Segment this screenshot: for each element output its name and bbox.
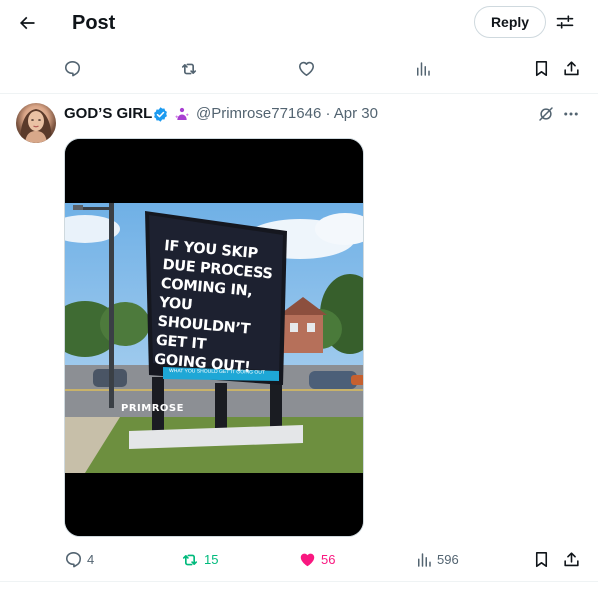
like-count: 56 <box>321 551 336 567</box>
grok-button[interactable] <box>536 104 556 124</box>
avatar[interactable] <box>16 103 56 143</box>
share-action[interactable] <box>562 550 581 569</box>
reply-button[interactable]: Reply <box>474 6 546 38</box>
avatar-portrait <box>20 109 52 143</box>
more-icon <box>564 112 578 116</box>
reply-icon <box>65 551 82 568</box>
views-action[interactable]: 596 <box>415 551 459 569</box>
more-options-button[interactable] <box>561 104 581 124</box>
retweet-icon <box>182 554 198 566</box>
affiliate-badge-icon[interactable] <box>174 106 190 122</box>
repost-action-top[interactable] <box>179 59 199 79</box>
bookmark-action-top[interactable] <box>532 59 551 78</box>
sliders-icon <box>556 15 574 29</box>
views-icon <box>417 62 430 76</box>
share-icon <box>564 552 579 567</box>
views-icon <box>418 553 431 567</box>
handle-and-date[interactable]: @Primrose771646 · Apr 30 <box>196 104 378 123</box>
grok-icon <box>539 107 553 121</box>
views-count: 596 <box>437 552 459 567</box>
sign-text: IF YOU SKIP DUE PROCESS COMING IN, YOU S… <box>153 237 282 380</box>
bookmark-action[interactable] <box>532 550 551 569</box>
like-icon-filled <box>300 553 315 567</box>
reply-icon <box>64 60 81 77</box>
page-title: Post <box>72 12 116 34</box>
share-icon <box>564 61 579 76</box>
tweet-media[interactable]: IF YOU SKIP DUE PROCESS COMING IN, YOU S… <box>64 138 364 537</box>
like-icon <box>298 61 315 77</box>
repost-action[interactable]: 15 <box>180 550 218 570</box>
repost-count: 15 <box>204 552 219 567</box>
reply-count: 4 <box>87 551 95 567</box>
retweet-icon <box>181 63 197 75</box>
settings-button[interactable] <box>552 8 578 36</box>
bookmark-icon <box>535 60 548 77</box>
like-action[interactable]: 56 <box>298 550 335 569</box>
views-action-top[interactable] <box>414 60 432 78</box>
bookmark-icon <box>535 551 548 568</box>
divider <box>0 581 598 582</box>
reply-action[interactable]: 4 <box>64 550 94 569</box>
like-action-top[interactable] <box>297 59 316 78</box>
verified-badge-icon[interactable] <box>152 106 169 123</box>
arrow-left-icon <box>19 16 35 30</box>
author-name[interactable]: GOD’S GIRL <box>64 104 152 123</box>
watermark: PRIMROSE <box>121 403 184 414</box>
divider <box>0 93 598 94</box>
share-action-top[interactable] <box>562 59 581 78</box>
reply-action-top[interactable] <box>63 59 82 78</box>
back-button[interactable] <box>10 6 44 40</box>
